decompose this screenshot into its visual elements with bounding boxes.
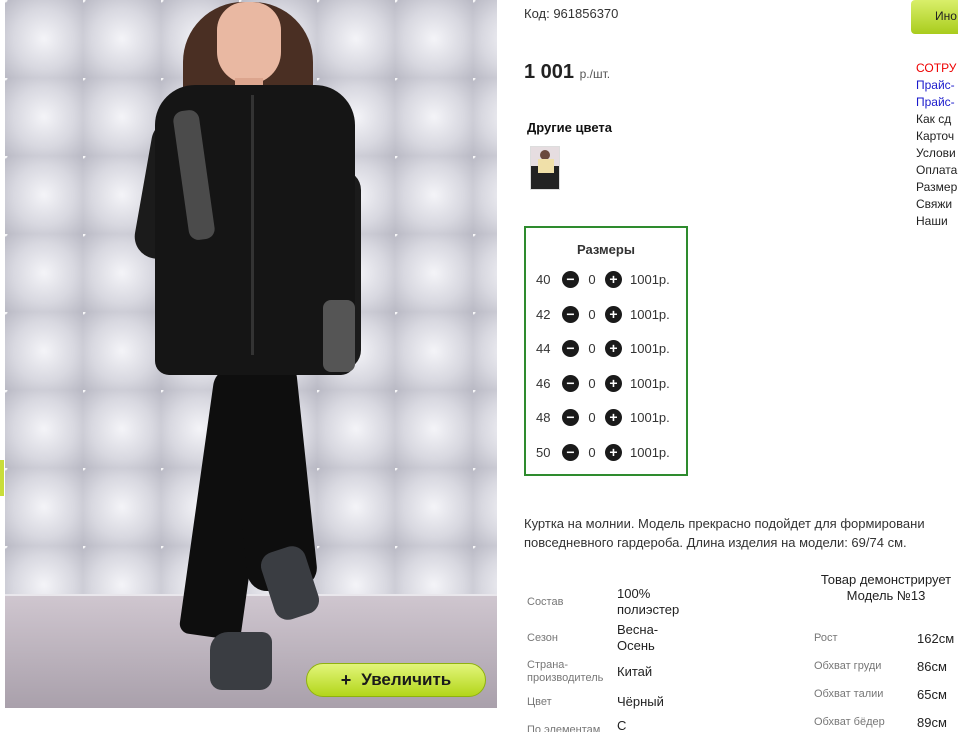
size-label: 40 [536, 271, 551, 287]
sizes-title: Размеры [577, 242, 635, 257]
minus-icon[interactable]: − [562, 408, 579, 426]
menu-item-card[interactable]: Карточ [916, 128, 957, 145]
spec-value: Китай [617, 664, 653, 679]
spec-label: По элементам [527, 724, 601, 732]
size-price: 1001р. [630, 444, 670, 460]
zoom-label: Увеличить [361, 670, 452, 689]
menu-item-ours[interactable]: Наши [916, 213, 957, 230]
size-row: 50 − 0 + 1001р. [536, 442, 670, 462]
price-unit: р./шт. [579, 67, 611, 81]
spec-label: Цвет [527, 696, 552, 708]
size-row: 42 − 0 + 1001р. [536, 304, 670, 324]
measurement-value: 89см [917, 715, 947, 730]
size-label: 46 [536, 375, 551, 391]
product-code: Код: 961856370 [524, 6, 619, 21]
side-tab[interactable] [0, 460, 4, 496]
minus-icon[interactable]: − [562, 305, 579, 323]
size-quantity[interactable]: 0 [579, 445, 605, 460]
plus-icon[interactable]: + [605, 305, 622, 323]
menu-item-sotru[interactable]: СОТРУ [916, 60, 957, 77]
measurement-label: Рост [814, 632, 838, 644]
spec-value: С [617, 718, 627, 732]
menu-item-price-1[interactable]: Прайс- [916, 77, 957, 94]
other-colors-title: Другие цвета [527, 120, 612, 135]
size-row: 48 − 0 + 1001р. [536, 407, 670, 427]
plus-icon[interactable]: + [605, 270, 622, 288]
zoom-plus-icon: + [340, 669, 352, 690]
size-quantity[interactable]: 0 [579, 341, 605, 356]
thumb-body [538, 159, 554, 173]
plus-icon[interactable]: + [605, 374, 622, 392]
size-row: 40 − 0 + 1001р. [536, 269, 670, 289]
minus-icon[interactable]: − [562, 443, 579, 461]
jacket-zipper [251, 95, 254, 355]
size-row: 44 − 0 + 1001р. [536, 338, 670, 358]
menu-item-contact[interactable]: Свяжи [916, 196, 957, 213]
measurement-value: 162см [917, 631, 955, 646]
spec-value: Чёрный [617, 694, 664, 709]
plus-icon[interactable]: + [605, 443, 622, 461]
minus-icon[interactable]: − [562, 270, 579, 288]
product-price: 1 001 р./шт. [524, 61, 610, 84]
size-price: 1001р. [630, 271, 670, 287]
measurement-value: 65см [917, 687, 947, 702]
size-label: 44 [536, 340, 551, 356]
measurement-label: Обхват талии [814, 688, 884, 700]
size-label: 42 [536, 306, 551, 322]
color-variant-thumbnail[interactable] [530, 146, 560, 190]
sizes-box: Размеры 40 − 0 + 1001р. 42 − 0 + 1001р. … [524, 226, 688, 476]
product-description: Куртка на молнии. Модель прекрасно подой… [524, 514, 958, 552]
menu-item-sizes[interactable]: Размер [916, 179, 957, 196]
description-line: повседневного гардероба. Длина изделия н… [524, 535, 907, 550]
menu-item-how-to[interactable]: Как сд [916, 111, 957, 128]
size-quantity[interactable]: 0 [579, 376, 605, 391]
size-price: 1001р. [630, 409, 670, 425]
menu-item-terms[interactable]: Услови [916, 145, 957, 162]
measurement-label: Обхват бёдер [814, 716, 885, 728]
measurement-value: 86см [917, 659, 947, 674]
measurement-label: Обхват груди [814, 660, 882, 672]
product-photo[interactable] [5, 0, 497, 708]
size-label: 50 [536, 444, 551, 460]
spec-value: 100% полиэстер [617, 586, 680, 617]
zoom-button[interactable]: + Увеличить [306, 663, 486, 697]
model-face [217, 2, 281, 84]
size-row: 46 − 0 + 1001р. [536, 373, 670, 393]
top-action-button[interactable]: Ино [911, 0, 958, 34]
sneaker-left [210, 632, 272, 690]
minus-icon[interactable]: − [562, 339, 579, 357]
price-value: 1 001 [524, 61, 575, 83]
spec-value: Весна-Осень [617, 622, 659, 653]
size-price: 1001р. [630, 306, 670, 322]
size-quantity[interactable]: 0 [579, 272, 605, 287]
size-quantity[interactable]: 0 [579, 307, 605, 322]
side-menu: СОТРУ Прайс- Прайс- Как сд Карточ Услови… [916, 60, 957, 230]
size-label: 48 [536, 409, 551, 425]
model-title: Товар демонстрирует Модель №13 [820, 572, 952, 603]
size-quantity[interactable]: 0 [579, 410, 605, 425]
spec-label: Состав [527, 596, 564, 608]
minus-icon[interactable]: − [562, 374, 579, 392]
plus-icon[interactable]: + [605, 408, 622, 426]
jacket-cuff-right [323, 300, 355, 372]
menu-item-price-2[interactable]: Прайс- [916, 94, 957, 111]
size-price: 1001р. [630, 375, 670, 391]
spec-label: Сезон [527, 632, 558, 644]
menu-item-payment[interactable]: Оплата [916, 162, 957, 179]
plus-icon[interactable]: + [605, 339, 622, 357]
description-line: Куртка на молнии. Модель прекрасно подой… [524, 516, 925, 531]
spec-label: Страна-производитель [527, 659, 604, 684]
size-price: 1001р. [630, 340, 670, 356]
